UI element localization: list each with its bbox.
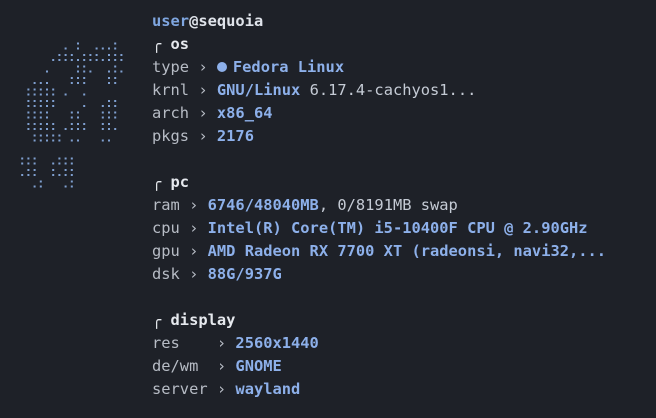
- row-key: cpu ›: [152, 219, 199, 237]
- row-key: krnl ›: [152, 81, 208, 99]
- row-server: server › wayland: [152, 378, 652, 401]
- hostname: sequoia: [198, 12, 264, 30]
- terminal-window: user@sequoia ╭ os type › Fedora Linux kr…: [0, 0, 656, 418]
- row-value: 2560x1440: [235, 334, 319, 352]
- row-key: de/wm ›: [152, 357, 227, 375]
- row-value: 2176: [216, 127, 254, 145]
- row-value: x86_64: [216, 104, 273, 122]
- row-key: server ›: [152, 380, 227, 398]
- section-title: ╭ display: [152, 311, 236, 329]
- row-extra: 6.17.4-cachyos1...: [300, 81, 477, 99]
- row-dewm: de/wm › GNOME: [152, 355, 652, 378]
- row-value: AMD Radeon RX 7700 XT (radeonsi, navi32,…: [207, 242, 607, 260]
- row-key: res ›: [152, 334, 227, 352]
- row-key: pkgs ›: [152, 127, 208, 145]
- row-key: gpu ›: [152, 242, 199, 260]
- row-value: GNOME: [235, 357, 282, 375]
- sysinfo-panel: user@sequoia ╭ os type › Fedora Linux kr…: [152, 10, 652, 401]
- row-dsk: dsk › 88G/937G: [152, 263, 652, 286]
- section-os-header: ╭ os: [152, 33, 652, 56]
- section-pc-header: ╭ pc: [152, 171, 652, 194]
- row-cpu: cpu › Intel(R) Core(TM) i5-10400F CPU @ …: [152, 217, 652, 240]
- row-res: res › 2560x1440: [152, 332, 652, 355]
- section-title: ╭ pc: [152, 173, 190, 191]
- row-ram: ram › 6746/48040MB, 0/8191MB swap: [152, 194, 652, 217]
- row-key: ram ›: [152, 196, 199, 214]
- username: user: [152, 12, 190, 30]
- row-pkgs: pkgs › 2176: [152, 125, 652, 148]
- row-krnl: krnl › GNU/Linux 6.17.4-cachyos1...: [152, 79, 652, 102]
- row-value: Intel(R) Core(TM) i5-10400F CPU @ 2.90GH…: [207, 219, 588, 237]
- fedora-icon: [216, 62, 227, 72]
- at-sign: @: [189, 12, 199, 30]
- row-value: 6746/48040MB: [207, 196, 319, 214]
- row-key: dsk ›: [152, 265, 199, 283]
- row-arch: arch › x86_64: [152, 102, 652, 125]
- row-value: wayland: [235, 380, 301, 398]
- row-value: Fedora Linux: [232, 58, 345, 76]
- section-display-header: ╭ display: [152, 309, 652, 332]
- row-key: arch ›: [152, 104, 208, 122]
- row-extra: , 0/8191MB swap: [318, 196, 458, 214]
- row-value: GNU/Linux: [216, 81, 301, 99]
- row-type: type › Fedora Linux: [152, 56, 652, 79]
- row-key: type ›: [152, 58, 208, 76]
- prompt-line: user@sequoia: [152, 10, 652, 33]
- fedora-logo-icon: [21, 42, 123, 188]
- section-title: ╭ os: [152, 35, 190, 53]
- row-value: 88G/937G: [207, 265, 282, 283]
- row-gpu: gpu › AMD Radeon RX 7700 XT (radeonsi, n…: [152, 240, 652, 263]
